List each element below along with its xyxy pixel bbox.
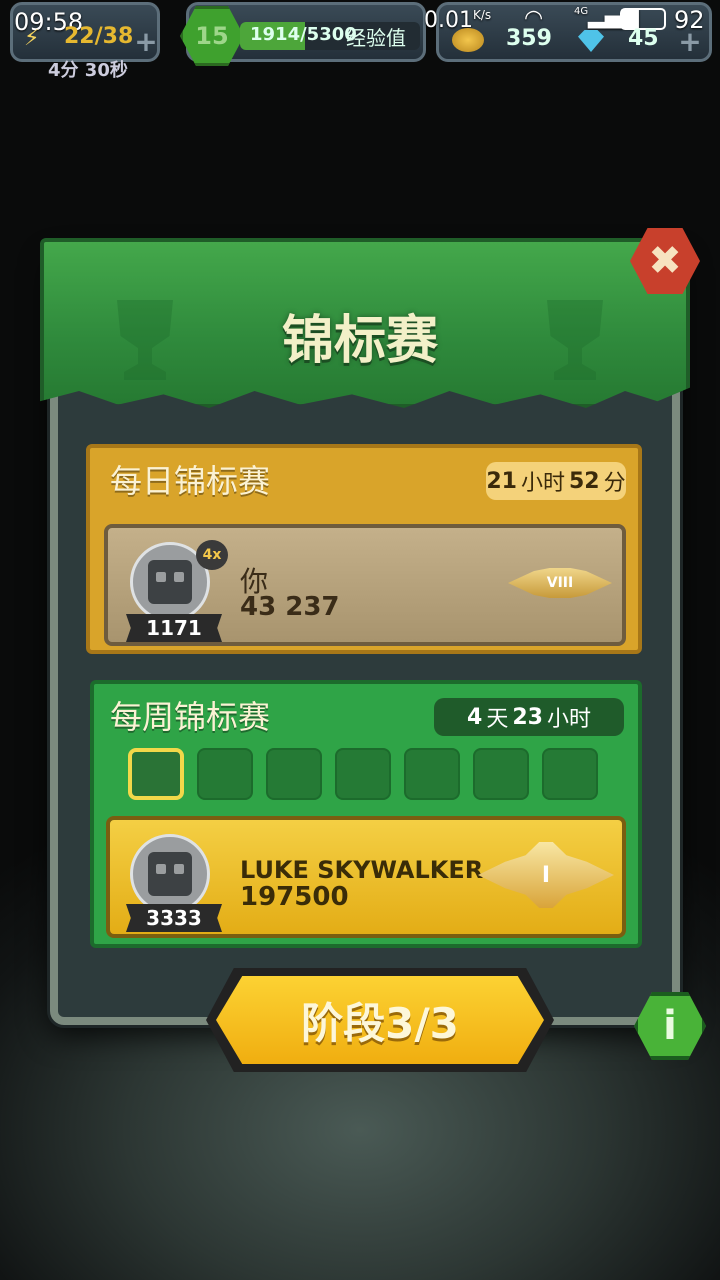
avatar xyxy=(130,834,210,914)
stage-slot xyxy=(542,748,598,800)
energy-icon: ⚡ xyxy=(24,26,40,51)
daily-timer: 21 小时 52 分 xyxy=(486,462,626,500)
coin-count: 359 xyxy=(506,26,552,51)
daily-timer-minutes: 52 xyxy=(569,468,600,494)
stage-slot xyxy=(266,748,322,800)
stage-slot xyxy=(197,748,253,800)
weekly-rank: 3333 xyxy=(126,904,222,932)
weekly-title: 每周锦标赛 xyxy=(110,698,271,736)
xp-value: 1914/5300 xyxy=(250,24,357,45)
energy-regen-timer: 4分 30秒 xyxy=(48,60,128,81)
stage-slot xyxy=(335,748,391,800)
robot-avatar-icon xyxy=(148,560,192,604)
stage-button[interactable]: 阶段3/3 xyxy=(216,976,544,1064)
daily-timer-minutes-unit: 分 xyxy=(603,471,626,496)
panel-title: 锦标赛 xyxy=(281,311,438,371)
xp-label: 经验值 xyxy=(346,26,406,50)
leader-score: 197500 xyxy=(240,882,349,912)
player-score: 43 237 xyxy=(240,592,340,622)
add-energy-button[interactable]: + xyxy=(134,28,158,56)
stage-slot xyxy=(473,748,529,800)
coin-icon xyxy=(452,28,484,52)
multiplier-badge: 4x xyxy=(196,540,228,570)
weekly-timer-days: 4 xyxy=(467,704,483,730)
daily-title: 每日锦标赛 xyxy=(110,462,271,500)
energy-value: 22/38 xyxy=(64,24,134,49)
stage-slot xyxy=(404,748,460,800)
gem-count: 45 xyxy=(628,26,659,51)
weekly-timer-hours: 23 xyxy=(512,704,543,730)
robot-avatar-icon xyxy=(148,852,192,896)
network-speed-unit: K/s xyxy=(472,8,492,22)
leader-name: LUKE SKYWALKER xyxy=(240,856,484,884)
weekly-timer-hours-unit: 小时 xyxy=(546,707,591,732)
add-gems-button[interactable]: + xyxy=(678,28,702,56)
signal-label: 4G xyxy=(574,6,589,17)
stage-slot xyxy=(128,748,184,800)
daily-timer-hours-unit: 小时 xyxy=(520,471,565,496)
weekly-timer: 4 天 23 小时 xyxy=(434,698,624,736)
network-speed: 0.01K/s xyxy=(424,8,491,33)
daily-timer-hours: 21 xyxy=(486,468,517,494)
weekly-timer-days-unit: 天 xyxy=(486,707,509,732)
daily-rank: 1171 xyxy=(126,614,222,642)
